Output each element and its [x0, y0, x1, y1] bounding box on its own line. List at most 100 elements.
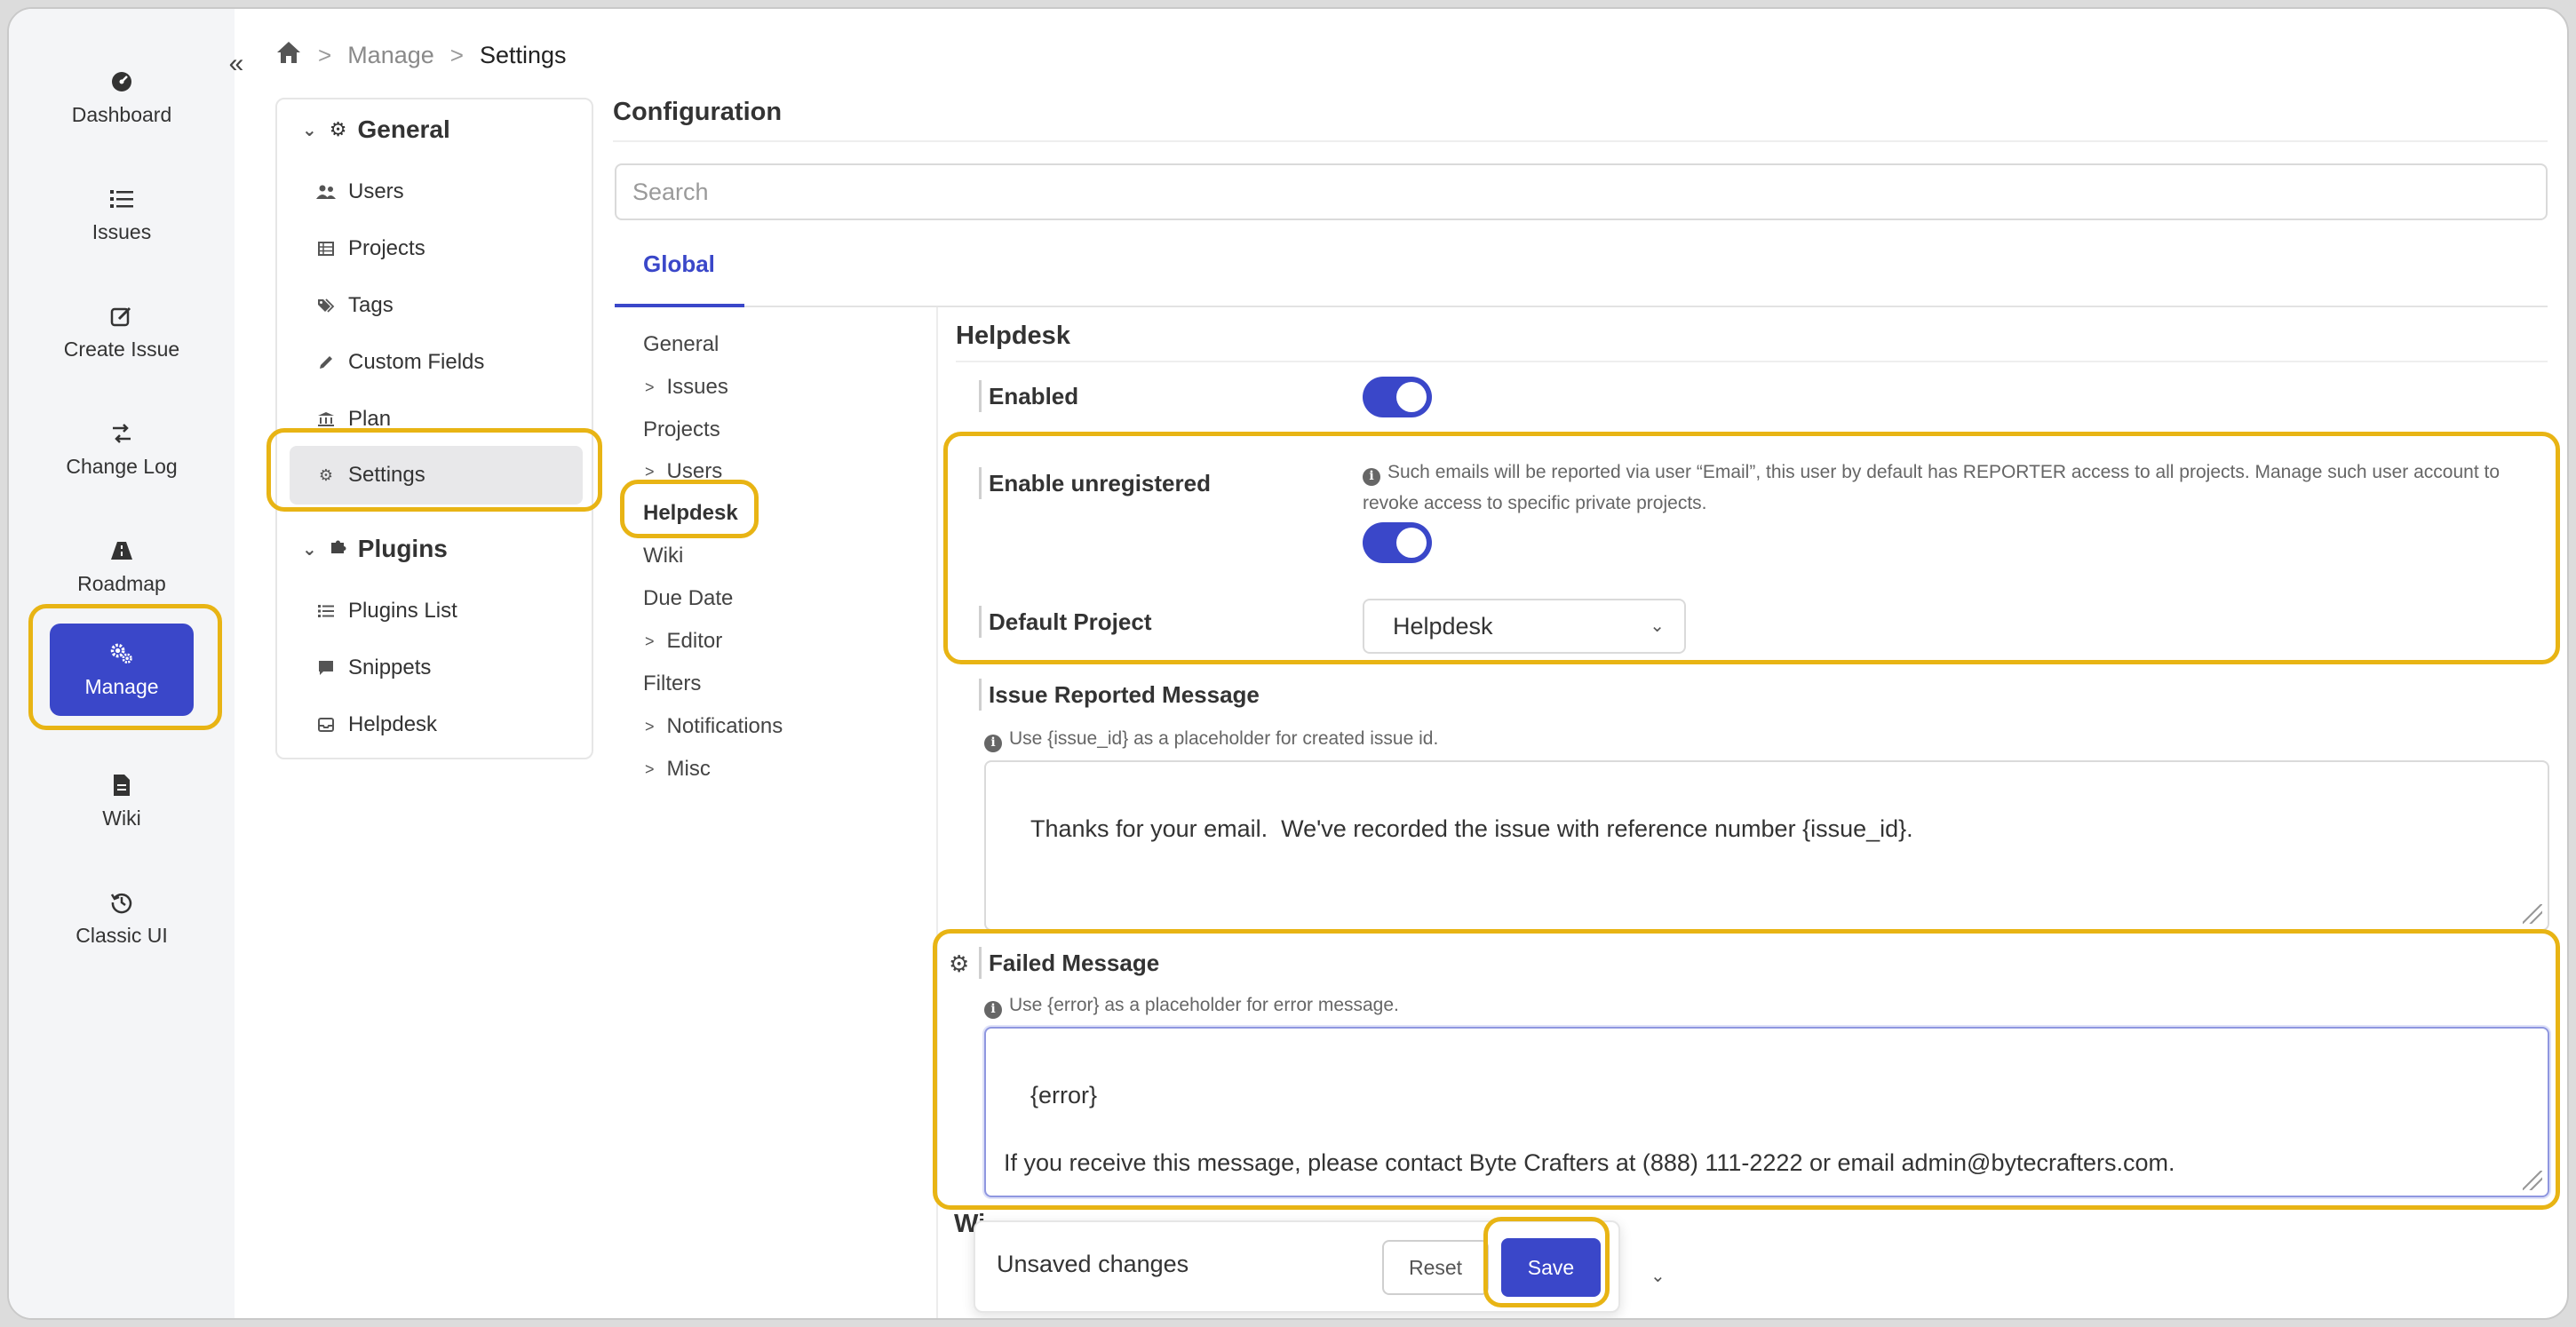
nav-item-label: Settings	[348, 463, 425, 487]
rail-label: Issues	[91, 219, 152, 243]
nav-item-label: Tags	[348, 293, 394, 317]
subnav-label: Users	[666, 459, 723, 483]
subnav-users[interactable]: > Users	[643, 456, 722, 488]
nav-group-label: General	[357, 115, 450, 143]
rail-classic-ui[interactable]: Classic UI	[50, 872, 194, 965]
breadcrumb: > Manage > Settings	[275, 37, 567, 73]
table-icon	[316, 242, 336, 256]
subnav-label: Helpdesk	[643, 501, 738, 525]
rail-roadmap[interactable]: Roadmap	[50, 520, 194, 613]
home-icon[interactable]	[275, 40, 302, 71]
unregistered-help: i Such emails will be reported via user “…	[1363, 457, 2517, 519]
rail-label: Manage	[84, 674, 159, 698]
nav-item-plugins-list[interactable]: Plugins List	[316, 593, 457, 629]
nav-item-projects[interactable]: Projects	[316, 231, 425, 266]
subnav-label: Wiki	[643, 544, 684, 568]
resize-handle[interactable]	[2523, 904, 2542, 924]
subnav-editor[interactable]: > Editor	[643, 625, 722, 657]
tab-global[interactable]: Global	[643, 250, 715, 278]
nav-item-label: Users	[348, 179, 404, 203]
breadcrumb-manage[interactable]: Manage	[347, 42, 434, 69]
subnav-due-date[interactable]: Due Date	[643, 583, 733, 615]
issue-reported-help: i Use {issue_id} as a placeholder for cre…	[984, 723, 1438, 754]
subnav-filters[interactable]: Filters	[643, 668, 701, 700]
gear-icon[interactable]: ⚙	[949, 950, 969, 978]
nav-group-general[interactable]: ⌄ ⚙ General	[302, 115, 450, 144]
subnav-projects[interactable]: Projects	[643, 414, 720, 446]
textarea-value: {error} If you receive this message, ple…	[1004, 1082, 2175, 1176]
tab-divider	[615, 306, 2548, 307]
nav-item-users[interactable]: Users	[316, 174, 404, 210]
issue-reported-label: Issue Reported Message	[979, 679, 1260, 711]
nav-item-label: Snippets	[348, 656, 432, 679]
divider	[956, 361, 2548, 362]
info-icon: i	[1363, 467, 1380, 486]
page-title: Configuration	[613, 98, 783, 126]
enable-unregistered-toggle[interactable]	[1363, 522, 1432, 563]
bank-icon	[316, 411, 336, 427]
subnav-wiki[interactable]: Wiki	[643, 540, 683, 572]
nav-item-label: Plan	[348, 407, 392, 431]
subnav-helpdesk[interactable]: Helpdesk	[643, 497, 738, 529]
divider	[613, 140, 2548, 142]
app-window: Dashboard Issues Create Issue Change Log…	[7, 7, 2569, 1320]
subnav-general[interactable]: General	[643, 329, 719, 361]
search-input[interactable]	[615, 163, 2548, 220]
nav-item-label: Custom Fields	[348, 350, 485, 374]
nav-item-plan[interactable]: Plan	[316, 401, 391, 437]
subnav-label: Editor	[666, 629, 723, 653]
chevron-down-icon: ⌄	[302, 120, 317, 140]
nav-group-label: Plugins	[357, 535, 448, 562]
reset-button[interactable]: Reset	[1382, 1240, 1489, 1295]
failed-message-help: i Use {error} as a placeholder for error …	[984, 989, 1399, 1021]
rail-dashboard[interactable]: Dashboard	[50, 52, 194, 144]
rail-create-issue[interactable]: Create Issue	[50, 286, 194, 378]
rail-label: Roadmap	[77, 571, 166, 595]
enabled-toggle[interactable]	[1363, 377, 1432, 417]
subnav-misc[interactable]: > Misc	[643, 753, 711, 785]
info-icon: i	[984, 734, 1002, 752]
enabled-label: Enabled	[979, 380, 1078, 412]
nav-item-tags[interactable]: Tags	[316, 288, 394, 323]
nav-item-snippets[interactable]: Snippets	[316, 650, 431, 686]
rail-manage[interactable]: Manage	[50, 624, 194, 716]
nav-item-helpdesk[interactable]: Helpdesk	[316, 707, 437, 743]
help-text: Use {issue_id} as a placeholder for crea…	[1009, 728, 1439, 749]
rail-wiki[interactable]: Wiki	[50, 755, 194, 847]
enable-unregistered-label: Enable unregistered	[979, 467, 1211, 499]
subnav-issues[interactable]: > Issues	[643, 371, 728, 403]
history-icon	[109, 890, 134, 915]
rail-issues[interactable]: Issues	[50, 169, 194, 261]
select-value: Helpdesk	[1393, 612, 1493, 640]
rail-change-log[interactable]: Change Log	[50, 403, 194, 496]
rail-label: Create Issue	[63, 337, 180, 361]
section-heading: Helpdesk	[956, 322, 1070, 350]
edit-icon	[109, 304, 134, 329]
subnav-notifications[interactable]: > Notifications	[643, 711, 783, 743]
failed-message-textarea[interactable]: {error} If you receive this message, ple…	[984, 1027, 2549, 1197]
failed-message-label: Failed Message	[979, 947, 1159, 979]
nav-item-settings[interactable]: ⚙ Settings	[316, 457, 425, 493]
issue-reported-textarea[interactable]: Thanks for your email. We've recorded th…	[984, 760, 2549, 931]
rail-label: Change Log	[66, 454, 178, 478]
chevron-right-icon: >	[318, 41, 332, 68]
chevron-down-icon: ⌄	[1650, 616, 1665, 636]
unsaved-changes-text: Unsaved changes	[997, 1251, 1189, 1277]
subnav-label: Issues	[666, 375, 728, 399]
save-button[interactable]: Save	[1501, 1238, 1601, 1297]
default-project-select[interactable]: Helpdesk ⌄	[1363, 599, 1686, 654]
subnav-label: Notifications	[666, 714, 783, 738]
subnav-label: General	[643, 332, 720, 356]
inbox-icon	[316, 717, 336, 733]
left-rail: Dashboard Issues Create Issue Change Log…	[9, 9, 235, 1318]
collapse-sidebar-button[interactable]: «	[219, 46, 254, 82]
nav-group-plugins[interactable]: ⌄ Plugins	[302, 535, 448, 563]
document-icon	[109, 773, 134, 798]
nav-item-label: Plugins List	[348, 599, 457, 623]
breadcrumb-current: Settings	[479, 41, 567, 68]
chevron-right-icon: >	[645, 632, 655, 650]
nav-item-custom-fields[interactable]: Custom Fields	[316, 345, 484, 380]
resize-handle[interactable]	[2523, 1171, 2542, 1190]
changelog-icon	[109, 421, 134, 446]
gear-icon: ⚙	[329, 118, 347, 140]
